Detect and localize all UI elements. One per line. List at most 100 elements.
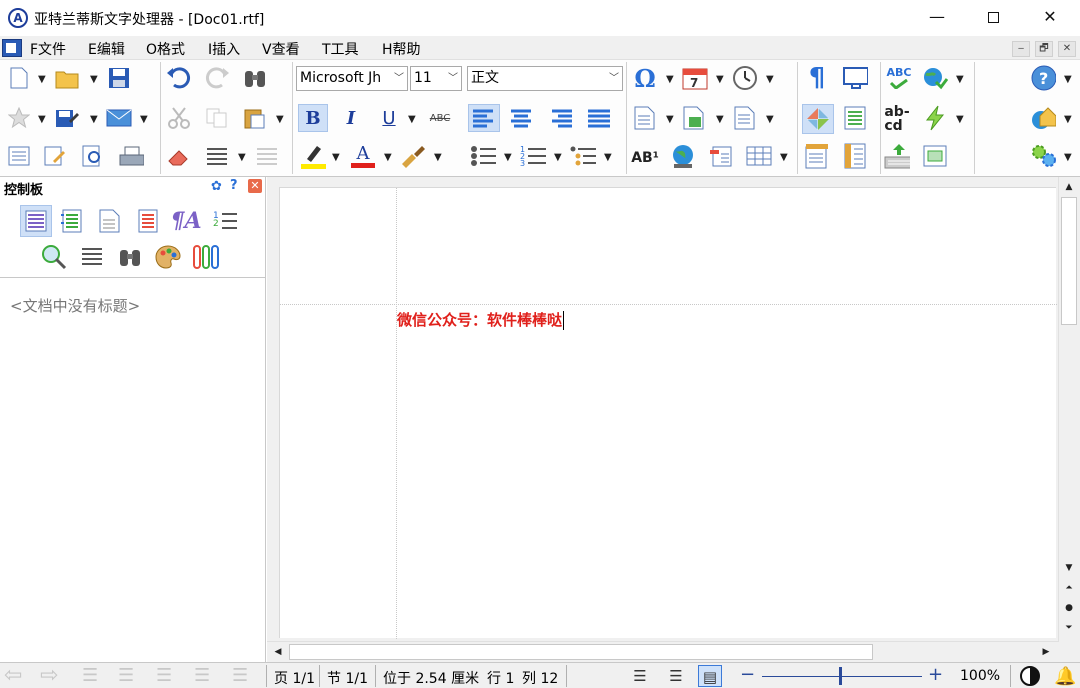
maximize-button[interactable] — [964, 0, 1022, 36]
new-document-icon[interactable] — [6, 66, 32, 90]
scroll-down-arrow-icon[interactable]: ▼ — [1060, 559, 1078, 577]
highlight-dropdown-icon[interactable]: ▼ — [332, 152, 340, 163]
close-panel-icon[interactable]: ✕ — [248, 179, 262, 193]
open-dropdown-icon[interactable]: ▼ — [90, 74, 98, 85]
superscript-button[interactable]: AB¹ — [631, 146, 659, 170]
redo-icon[interactable] — [204, 66, 230, 90]
binoculars-icon[interactable] — [116, 243, 144, 271]
help-icon[interactable]: ? — [1030, 65, 1056, 91]
translate-globe-icon[interactable] — [922, 66, 948, 90]
document-list-icon[interactable] — [6, 144, 32, 168]
date-dropdown-icon[interactable]: ▼ — [716, 74, 724, 85]
promote-icon[interactable]: ☰ — [156, 665, 172, 687]
macro-dropdown-icon[interactable]: ▼ — [956, 114, 964, 125]
multilevel-dropdown-icon[interactable]: ▼ — [604, 152, 612, 163]
forward-arrow-icon[interactable]: ⇨ — [40, 665, 58, 687]
zoom-level[interactable]: 100% — [960, 668, 1000, 684]
font-name-select[interactable]: Microsoft Jh ﹀ — [296, 66, 408, 91]
settings-gears-icon[interactable] — [1030, 144, 1056, 168]
font-color-button[interactable]: A — [350, 144, 376, 168]
align-right-button[interactable] — [548, 106, 574, 130]
star-icon[interactable] — [6, 106, 32, 130]
calendar-icon[interactable]: 7 — [682, 66, 708, 90]
scroll-up-arrow-icon[interactable]: ▲ — [1060, 178, 1078, 196]
align-left-button[interactable] — [468, 104, 500, 132]
insert-page-icon[interactable] — [732, 106, 758, 130]
highlight-marker-icon[interactable] — [300, 144, 326, 169]
settings-dropdown-icon[interactable]: ▼ — [1064, 152, 1072, 163]
insert-file-icon[interactable] — [632, 106, 658, 130]
menu-file[interactable]: F文件 — [30, 39, 66, 59]
menu-tools[interactable]: T工具 — [322, 39, 359, 59]
spell-check-button[interactable]: ABC — [886, 66, 912, 90]
demote-icon[interactable]: ☰ — [194, 665, 210, 687]
strikethrough-button[interactable]: ABC — [424, 106, 456, 130]
printer-icon[interactable] — [118, 144, 144, 168]
notification-bell-icon[interactable]: 🔔 — [1054, 666, 1076, 687]
minimize-button[interactable]: — — [908, 0, 966, 36]
navigation-pane-button[interactable] — [802, 104, 834, 134]
menu-edit[interactable]: E编辑 — [88, 39, 125, 59]
previous-page-icon[interactable]: ⏶ — [1060, 579, 1078, 597]
copy-icon[interactable] — [204, 106, 230, 130]
clock-icon[interactable] — [732, 66, 758, 90]
format-painter-dropdown-icon[interactable]: ▼ — [434, 152, 442, 163]
zoom-in-button[interactable]: + — [928, 664, 943, 685]
save-as-icon[interactable] — [54, 106, 80, 130]
home-web-icon[interactable] — [1030, 106, 1056, 130]
font-color-dropdown-icon[interactable]: ▼ — [384, 152, 392, 163]
underline-button[interactable]: U — [376, 106, 402, 130]
app-logo-icon[interactable]: A — [8, 8, 28, 28]
draft-view-button[interactable]: ☰ — [628, 665, 652, 687]
symbol-dropdown-icon[interactable]: ▼ — [666, 74, 674, 85]
horizontal-scrollbar[interactable]: ◀ ▶ — [267, 641, 1058, 661]
translate-dropdown-icon[interactable]: ▼ — [956, 74, 964, 85]
document-page[interactable]: 微信公众号：软件棒棒哒 — [279, 187, 1057, 639]
numbered-list-icon[interactable]: 123 — [520, 144, 546, 168]
scroll-right-arrow-icon[interactable]: ▶ — [1037, 643, 1055, 661]
help-question-icon[interactable]: ? — [230, 178, 238, 193]
undo-icon[interactable] — [166, 66, 192, 90]
page-layout-icon[interactable] — [804, 144, 830, 169]
bullet-dropdown-icon[interactable]: ▼ — [504, 152, 512, 163]
mdi-close-button[interactable]: ✕ — [1058, 41, 1076, 57]
font-size-select[interactable]: 11 ﹀ — [410, 66, 462, 91]
omega-symbol-icon[interactable]: Ω — [632, 64, 658, 93]
help-dropdown-icon[interactable]: ▼ — [1064, 74, 1072, 85]
home-dropdown-icon[interactable]: ▼ — [1064, 114, 1072, 125]
star-dropdown-icon[interactable]: ▼ — [38, 114, 46, 125]
line-numbers-icon[interactable] — [254, 144, 280, 168]
bullet-list-icon[interactable] — [470, 144, 496, 168]
macro-lightning-icon[interactable] — [922, 105, 948, 131]
web-view-button[interactable]: ☰ — [664, 665, 688, 687]
document-map-icon[interactable] — [842, 106, 868, 130]
time-dropdown-icon[interactable]: ▼ — [766, 74, 774, 85]
fullscreen-icon[interactable] — [842, 66, 868, 90]
menu-insert[interactable]: I插入 — [208, 39, 240, 59]
mdi-restore-button[interactable]: 🗗 — [1035, 41, 1053, 57]
new-dropdown-icon[interactable]: ▼ — [38, 74, 46, 85]
email-icon[interactable] — [106, 106, 132, 130]
bookmarks-view-icon[interactable] — [134, 207, 162, 235]
page-view-icon[interactable] — [96, 207, 124, 235]
indent-icon[interactable]: ☰ — [118, 665, 134, 687]
mdi-minimize-button[interactable]: ‒ — [1012, 41, 1030, 57]
palette-icon[interactable] — [154, 243, 182, 271]
zoom-slider-thumb[interactable] — [839, 667, 842, 685]
style-select[interactable]: 正文 ﹀ — [467, 66, 623, 91]
format-painter-icon[interactable] — [400, 144, 426, 168]
body-text-icon[interactable]: ☰ — [232, 665, 248, 687]
justify-button[interactable] — [586, 106, 612, 130]
close-button[interactable]: ✕ — [1021, 0, 1079, 36]
save-as-dropdown-icon[interactable]: ▼ — [90, 114, 98, 125]
italic-button[interactable]: I — [338, 106, 364, 130]
vertical-scroll-thumb[interactable] — [1061, 197, 1077, 325]
ruler-icon[interactable] — [842, 143, 868, 169]
contrast-icon[interactable] — [1020, 666, 1040, 686]
menu-format[interactable]: O格式 — [146, 39, 185, 59]
print-preview-icon[interactable] — [80, 144, 106, 168]
cut-icon[interactable] — [166, 106, 192, 130]
underline-dropdown-icon[interactable]: ▼ — [408, 114, 416, 125]
zoom-out-button[interactable]: − — [740, 664, 755, 685]
lines-view-icon[interactable] — [78, 243, 106, 271]
